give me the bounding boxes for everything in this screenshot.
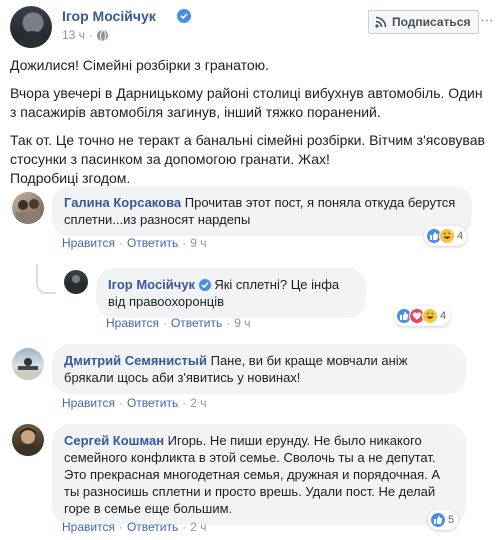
separator: · bbox=[162, 316, 167, 330]
author-avatar[interactable] bbox=[10, 6, 52, 48]
comment-time[interactable]: 9 ч bbox=[234, 316, 250, 330]
separator: · bbox=[182, 520, 187, 534]
like-button[interactable]: Нравится bbox=[62, 520, 115, 534]
globe-icon bbox=[96, 29, 108, 42]
post-meta: 13 ч · bbox=[62, 28, 108, 42]
reaction-summary[interactable]: 5 bbox=[428, 510, 459, 530]
author-name[interactable]: Ігор Мосійчук bbox=[62, 8, 156, 24]
commenter-name[interactable]: Дмитрий Семянистый bbox=[64, 353, 207, 368]
haha-reaction-icon bbox=[439, 228, 455, 244]
commenter-avatar[interactable] bbox=[64, 270, 88, 294]
separator: · bbox=[182, 396, 187, 410]
like-reaction-icon bbox=[430, 512, 446, 528]
comment-time[interactable]: 2 ч bbox=[190, 520, 206, 534]
rss-icon bbox=[375, 16, 387, 28]
more-options-icon[interactable]: ··· bbox=[480, 13, 494, 29]
comment-actions: Нравится · Ответить · 2 ч bbox=[62, 396, 207, 410]
commenter-avatar[interactable] bbox=[12, 348, 44, 380]
post-paragraph: Вчора увечері в Дарницькому районі столи… bbox=[10, 85, 483, 120]
commenter-name[interactable]: Ігор Мосійчук bbox=[108, 277, 195, 292]
commenter-name[interactable]: Сергей Кошман bbox=[64, 433, 164, 448]
post-paragraph: Дожилися! Сімейні розбірки з гранатою. bbox=[10, 57, 270, 73]
reply-button[interactable]: Ответить bbox=[127, 236, 178, 250]
comment-time[interactable]: 2 ч bbox=[190, 396, 206, 410]
separator: · bbox=[118, 236, 123, 250]
comment-bubble: Ігор Мосійчук Які сплетні? Це інфа від п… bbox=[96, 268, 366, 318]
reply-button[interactable]: Ответить bbox=[127, 396, 178, 410]
post-paragraph: Так от. Це точно не теракт а банальні сі… bbox=[10, 132, 485, 186]
comment-actions: Нравится · Ответить · 9 ч bbox=[62, 236, 207, 250]
reaction-summary[interactable]: 4 bbox=[424, 226, 468, 246]
comment-bubble: Сергей Кошман Игорь. Не пиши ерунду. Не … bbox=[52, 424, 466, 525]
like-button[interactable]: Нравится bbox=[106, 316, 159, 330]
comment-time[interactable]: 9 ч bbox=[190, 236, 206, 250]
reply-button[interactable]: Ответить bbox=[127, 520, 178, 534]
comment-bubble: Дмитрий Семянистый Пане, ви би краще мов… bbox=[52, 344, 466, 394]
post-header: Ігор Мосійчук 13 ч · Подписаться ··· bbox=[10, 6, 494, 48]
follow-button[interactable]: Подписаться bbox=[368, 10, 480, 34]
reaction-count: 4 bbox=[457, 230, 464, 242]
commenter-avatar[interactable] bbox=[12, 424, 44, 456]
reply-button[interactable]: Ответить bbox=[171, 316, 222, 330]
like-button[interactable]: Нравится bbox=[62, 396, 115, 410]
post-time[interactable]: 13 ч bbox=[62, 28, 85, 42]
comment-actions: Нравится · Ответить · 9 ч bbox=[106, 316, 251, 330]
haha-reaction-icon bbox=[422, 308, 438, 324]
separator: · bbox=[226, 316, 231, 330]
commenter-avatar[interactable] bbox=[12, 192, 44, 224]
separator: · bbox=[88, 28, 93, 42]
verified-badge-icon bbox=[177, 9, 191, 23]
comment-bubble: Галина Корсакова Прочитав этот пост, я п… bbox=[52, 186, 472, 236]
follow-label: Подписаться bbox=[392, 15, 471, 29]
reaction-summary[interactable]: 4 bbox=[394, 306, 451, 326]
commenter-name[interactable]: Галина Корсакова bbox=[64, 195, 181, 210]
reply-connector bbox=[36, 264, 56, 294]
separator: · bbox=[182, 236, 187, 250]
reaction-count: 5 bbox=[448, 514, 455, 526]
comment-actions: Нравится · Ответить · 2 ч bbox=[62, 520, 207, 534]
like-button[interactable]: Нравится bbox=[62, 236, 115, 250]
separator: · bbox=[118, 396, 123, 410]
reaction-count: 4 bbox=[440, 310, 447, 322]
post-body: Дожилися! Сімейні розбірки з гранатою. В… bbox=[10, 56, 490, 197]
separator: · bbox=[118, 520, 123, 534]
verified-badge-icon bbox=[198, 279, 211, 291]
